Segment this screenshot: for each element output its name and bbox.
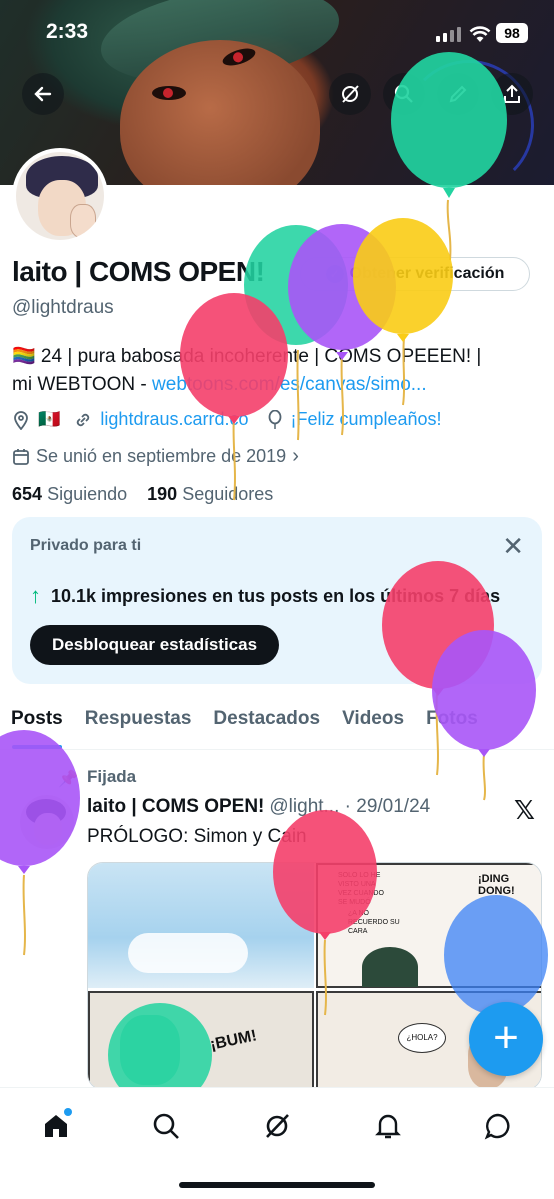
post-avatar[interactable] <box>20 795 74 849</box>
tab-highlights[interactable]: Destacados <box>202 700 331 749</box>
comic-figure <box>120 1015 180 1085</box>
back-button[interactable] <box>22 73 64 115</box>
webtoon-link[interactable]: webtoons.com/es/canvas/simo... <box>152 374 427 395</box>
edit-button[interactable] <box>437 73 479 115</box>
bio-line-2: mi WEBTOON - <box>12 374 153 395</box>
post-handle-date: @light... · 29/01/24 <box>269 796 431 817</box>
avatar-hand <box>70 204 96 238</box>
profile-handle: @lightdraus <box>12 297 114 318</box>
edit-icon <box>449 85 467 103</box>
home-indicator <box>179 1182 375 1188</box>
following-label: Siguiendo <box>47 484 128 504</box>
status-time: 2:33 <box>46 20 89 43</box>
post-text: PRÓLOGO: Simon y Cain <box>87 826 307 847</box>
bell-icon <box>375 1114 401 1139</box>
profile-bio: 🏳️‍🌈 24 | pura babosada incoherente | CO… <box>12 343 542 399</box>
followers-link[interactable]: 190 Seguidores <box>147 484 273 504</box>
nav-search[interactable] <box>146 1106 186 1146</box>
tab-posts[interactable]: Posts <box>0 700 74 749</box>
search-icon <box>394 84 413 103</box>
notification-dot <box>64 1108 72 1116</box>
joined-label: Se unió en septiembre de 2019 <box>36 446 287 466</box>
comic-cloud <box>128 933 248 973</box>
comic-panel-sky <box>88 863 314 988</box>
calendar-icon <box>13 448 29 465</box>
back-arrow-icon <box>34 86 52 102</box>
comic-bubble: ¿HOLA? <box>398 1023 446 1053</box>
private-analytics-card: Privado para ti ✕ ↑ 10.1k impresiones en… <box>12 517 542 684</box>
chevron-right-icon: › <box>292 445 299 467</box>
link-icon <box>77 413 90 426</box>
search-icon <box>153 1113 179 1139</box>
share-button[interactable] <box>491 73 533 115</box>
get-verified-button[interactable]: ✓ Obtener verificación <box>300 257 530 291</box>
follow-counts: 654 Siguiendo 190 Seguidores <box>12 484 273 505</box>
location-icon <box>14 410 28 430</box>
comic-panel-top-right: SOLO LO HE VISTO UNA VEZ CUANDO SE MUDÓ … <box>316 863 541 988</box>
grok-icon <box>266 1114 289 1138</box>
comic-character <box>362 947 418 987</box>
comic-text-1: SOLO LO HE VISTO UNA VEZ CUANDO SE MUDÓ <box>338 872 384 906</box>
following-count: 654 <box>12 484 43 504</box>
compose-post-button[interactable]: + <box>469 1002 543 1076</box>
joined-date[interactable]: Se unió en septiembre de 2019 › <box>12 445 299 468</box>
plus-icon: + <box>493 1013 519 1062</box>
verified-badge-icon: ✓ <box>325 265 344 283</box>
messages-icon <box>484 1113 510 1140</box>
grok-icon <box>342 85 359 103</box>
nav-messages[interactable] <box>478 1106 518 1146</box>
comic-text-5: ¡DING DONG! <box>478 873 515 897</box>
pinned-label: Fijada <box>87 767 137 786</box>
profile-name: laito | COMS OPEN! <box>12 256 265 287</box>
arrow-up-icon: ↑ <box>30 583 41 608</box>
profile-tabs: Posts Respuestas Destacados Videos Fotos <box>0 700 554 750</box>
profile-meta: 🇲🇽 lightdraus.carrd.co ¡Feliz cumpleaños… <box>12 409 442 430</box>
birthday-link[interactable]: ¡Feliz cumpleaños! <box>291 409 442 430</box>
nav-home[interactable] <box>36 1106 76 1146</box>
x-logo-icon: 𝕏 <box>514 795 535 825</box>
post-avatar-face <box>34 813 62 845</box>
bio-line-1: 🏳️‍🌈 24 | pura babosada incoherente | CO… <box>12 346 482 367</box>
balloon-purple-mid <box>288 224 396 436</box>
followers-label: Seguidores <box>182 484 274 504</box>
profile-avatar[interactable] <box>12 148 108 244</box>
battery-indicator: 98 <box>496 23 528 43</box>
balloon-icon <box>268 409 281 429</box>
search-button[interactable] <box>383 73 425 115</box>
following-link[interactable]: 654 Siguiendo <box>12 484 127 504</box>
tab-photos[interactable]: Fotos <box>415 700 489 749</box>
get-verified-label: Obtener verificación <box>349 265 505 282</box>
nav-grok[interactable] <box>257 1106 297 1146</box>
wifi-icon <box>469 26 491 42</box>
tab-replies[interactable]: Respuestas <box>74 700 203 749</box>
unlock-analytics-button[interactable]: Desbloquear estadísticas <box>30 625 280 665</box>
nav-notifications[interactable] <box>368 1106 408 1146</box>
private-card-title: Privado para ti <box>30 537 142 554</box>
impressions-text: 10.1k impresiones en tus posts en los úl… <box>51 585 501 606</box>
location-flag: 🇲🇽 <box>38 409 61 429</box>
comic-text-2: ¿A NO RECUERDO SU CARA <box>348 910 400 935</box>
share-icon <box>504 84 520 103</box>
comic-panel-bottom-left: ¡BUM! <box>88 991 314 1089</box>
pin-icon: 📌 <box>58 771 78 788</box>
website-link[interactable]: lightdraus.carrd.co <box>100 409 248 430</box>
post-author[interactable]: laito | COMS OPEN! <box>87 796 264 818</box>
banner-eye-left <box>152 86 186 100</box>
comic-text-4: ¡BUM! <box>208 1027 259 1054</box>
followers-count: 190 <box>147 484 178 504</box>
impressions-stat: ↑ 10.1k impresiones en tus posts en los … <box>30 583 500 609</box>
grok-button[interactable] <box>329 73 371 115</box>
post-header: laito | COMS OPEN! @light... · 29/01/24 <box>87 796 430 818</box>
tab-videos[interactable]: Videos <box>331 700 415 749</box>
signal-icon <box>436 27 461 42</box>
close-icon[interactable]: ✕ <box>502 533 524 559</box>
status-bar: 2:33 98 <box>0 0 554 64</box>
